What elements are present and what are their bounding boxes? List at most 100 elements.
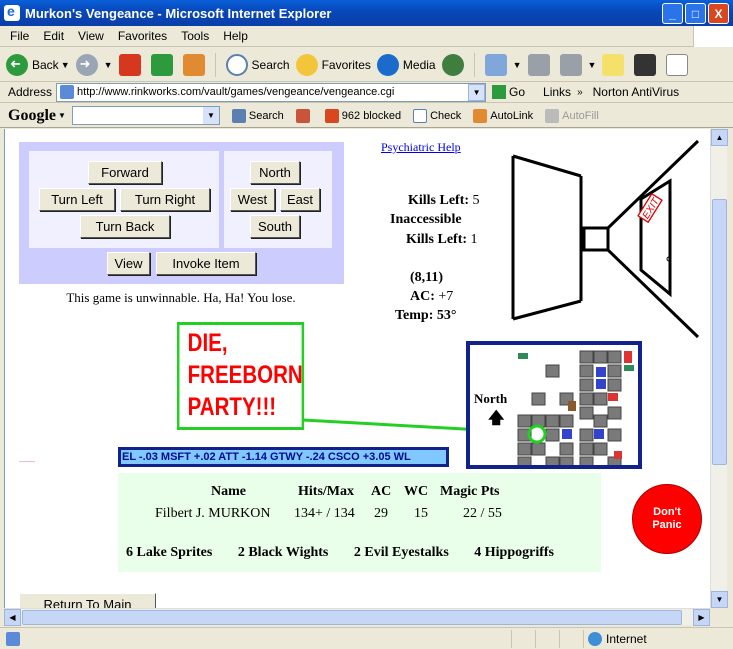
autolink-button[interactable]: AutoLink [473, 108, 533, 123]
google-search-input[interactable]: ▼ [71, 106, 220, 125]
status-cell [559, 629, 583, 648]
maximize-button[interactable]: □ [685, 3, 706, 24]
messenger-button[interactable] [634, 53, 660, 76]
mail-button[interactable]: ▼ [484, 53, 522, 76]
chevron-down-icon[interactable]: ▼ [202, 107, 219, 124]
popup-blocker-icon [324, 108, 339, 123]
minimize-button[interactable]: _ [662, 3, 683, 24]
back-button[interactable]: Back ▼ [6, 53, 70, 76]
chevron-down-icon: ▼ [60, 59, 70, 70]
note-icon [602, 53, 625, 76]
google-icon [231, 108, 246, 123]
links-button[interactable]: Links [543, 85, 571, 99]
north-button[interactable]: North [250, 161, 300, 184]
chevron-down-icon: ▼ [103, 59, 113, 70]
header-wc: WC [404, 484, 429, 499]
chevron-down-icon[interactable]: ▼ [58, 111, 66, 120]
stock-ticker: EL -.03 MSFT +.02 ATT -1.14 GTWY -.24 CS… [118, 447, 449, 467]
search-button[interactable]: Search [225, 53, 290, 76]
inaccessible-kills: Kills Left: 1 [406, 232, 478, 248]
menu-edit[interactable]: Edit [36, 29, 71, 43]
turn-controls: Forward Turn Left Turn Right Turn Back [29, 151, 219, 248]
temp-value: 53° [436, 308, 457, 323]
ac-label: AC: [410, 289, 435, 304]
go-arrow-icon [492, 85, 507, 99]
menu-view[interactable]: View [71, 29, 111, 43]
forward-nav-button[interactable]: ▼ [75, 53, 113, 76]
history-icon [441, 53, 464, 76]
discuss-button[interactable] [602, 53, 628, 76]
norton-antivirus-button[interactable]: Norton AntiVirus [593, 85, 680, 99]
stop-button[interactable] [118, 53, 145, 76]
address-input[interactable]: http://www.rinkworks.com/vault/games/ven… [56, 82, 487, 102]
home-button[interactable] [182, 53, 209, 76]
horizontal-scroll-thumb[interactable] [22, 610, 682, 625]
refresh-button[interactable] [150, 53, 177, 76]
menu-tools[interactable]: Tools [174, 29, 216, 43]
address-dropdown-icon[interactable]: ▼ [468, 83, 486, 101]
media-icon [376, 53, 399, 76]
coordinates: (8,11) [410, 270, 444, 285]
scroll-down-icon[interactable]: ▼ [711, 591, 728, 608]
close-button[interactable]: X [708, 3, 729, 24]
turn-back-button[interactable]: Turn Back [80, 215, 170, 238]
view-button[interactable]: View [107, 252, 150, 275]
media-button[interactable]: Media [376, 53, 436, 76]
research-button[interactable] [666, 53, 692, 76]
forward-button[interactable]: Forward [88, 161, 162, 184]
print-button[interactable] [527, 53, 554, 76]
psychiatric-help-link[interactable]: Psychiatric Help [381, 140, 461, 155]
edit-button[interactable]: ▼ [559, 53, 597, 76]
popup-blocked-button[interactable]: 962 blocked [324, 108, 401, 123]
search-icon [225, 53, 248, 76]
page-content: Forward Turn Left Turn Right Turn Back N… [4, 129, 710, 608]
temp-label: Temp: [395, 308, 434, 323]
toolbar-divider [473, 52, 475, 77]
spell-check-button[interactable]: Check [413, 108, 462, 123]
scroll-up-icon[interactable]: ▲ [711, 129, 728, 146]
turn-left-button[interactable]: Turn Left [39, 188, 115, 211]
window-title: Murkon's Vengeance - Microsoft Internet … [25, 5, 332, 21]
dungeon-view: EXIT [511, 139, 700, 339]
windows-logo-icon [693, 26, 733, 47]
left-wall-bottom [512, 299, 582, 321]
party-member-wc: 15 [414, 506, 428, 521]
media-label: Media [402, 57, 436, 72]
banner-line-3: PARTY!!! [187, 393, 277, 421]
menu-favorites[interactable]: Favorites [111, 29, 174, 43]
chevron-down-icon: ▼ [587, 59, 597, 70]
page-status-icon [6, 631, 20, 646]
messenger-icon [634, 53, 657, 76]
history-button[interactable] [441, 53, 468, 76]
game-message: This game is unwinnable. Ha, Ha! You los… [66, 290, 296, 305]
scroll-left-icon[interactable]: ◀ [4, 609, 21, 626]
go-button[interactable]: Go [492, 85, 525, 99]
menu-file[interactable]: File [0, 29, 36, 43]
google-logo[interactable]: Google [8, 107, 56, 125]
invoke-item-button[interactable]: Invoke Item [156, 252, 256, 275]
vertical-scrollbar[interactable]: ▲ ▼ [710, 129, 728, 608]
google-search-button[interactable]: Search [231, 108, 284, 123]
chevron-right-icon[interactable]: » [577, 87, 583, 98]
check-label: Check [430, 109, 462, 122]
inaccessible-kills-value: 1 [470, 232, 478, 247]
favorites-label: Favorites [321, 57, 371, 72]
inaccessible-label: Inaccessible [390, 212, 462, 227]
dont-panic-button[interactable]: Don't Panic [632, 484, 702, 554]
direction-controls: North West East South [224, 151, 332, 248]
favorites-button[interactable]: Favorites [295, 53, 371, 76]
autofill-button[interactable]: AutoFill [545, 108, 599, 123]
turn-right-button[interactable]: Turn Right [120, 188, 210, 211]
return-to-main-button[interactable]: Return To Main [19, 593, 156, 608]
west-button[interactable]: West [230, 188, 275, 211]
monster-group: 2 Black Wights [237, 545, 329, 560]
menu-help[interactable]: Help [216, 29, 255, 43]
scroll-right-icon[interactable]: ▶ [693, 609, 710, 626]
vertical-scroll-thumb[interactable] [712, 199, 727, 465]
horizontal-scrollbar[interactable]: ◀ ▶ [4, 608, 710, 626]
south-button[interactable]: South [250, 215, 300, 238]
east-button[interactable]: East [280, 188, 320, 211]
monster-group: 4 Hippogriffs [474, 545, 554, 560]
news-button[interactable] [295, 108, 313, 123]
status-cell [535, 629, 559, 648]
